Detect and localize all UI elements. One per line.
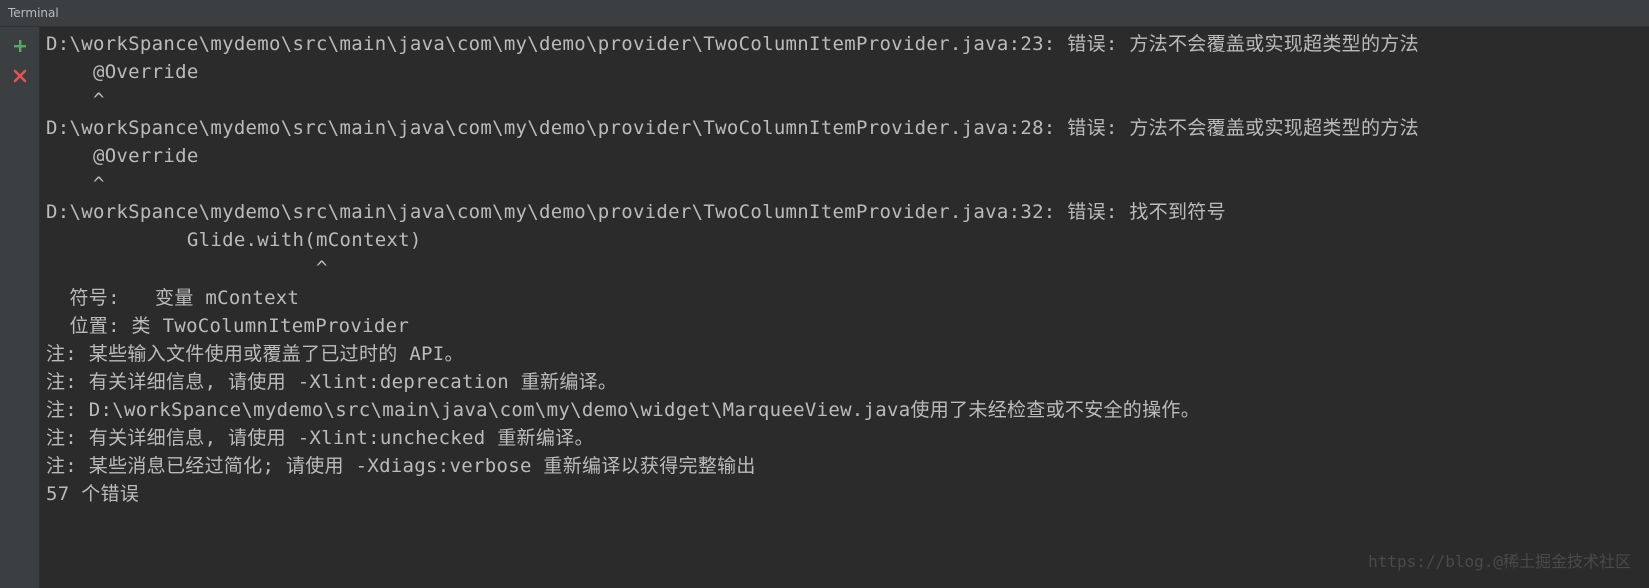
terminal-line: D:\workSpance\mydemo\src\main\java\com\m… bbox=[46, 117, 1419, 139]
terminal-titlebar: Terminal bbox=[0, 0, 1649, 27]
close-session-button[interactable] bbox=[11, 67, 29, 85]
watermark: https://blog.@稀土掘金技术社区 bbox=[1368, 552, 1631, 571]
terminal-output[interactable]: D:\workSpance\mydemo\src\main\java\com\m… bbox=[40, 27, 1649, 588]
terminal-line: 注: 某些输入文件使用或覆盖了已过时的 API。 bbox=[46, 343, 464, 365]
terminal-line: D:\workSpance\mydemo\src\main\java\com\m… bbox=[46, 33, 1419, 55]
terminal-line: 符号: 变量 mContext bbox=[46, 287, 300, 309]
terminal-line: @Override bbox=[46, 145, 199, 167]
terminal-line: 注: 某些消息已经过简化; 请使用 -Xdiags:verbose 重新编译以获… bbox=[46, 455, 756, 477]
terminal-line: @Override bbox=[46, 61, 199, 83]
terminal-line: Glide.with(mContext) bbox=[46, 229, 422, 251]
terminal-line: 注: D:\workSpance\mydemo\src\main\java\co… bbox=[46, 399, 1201, 421]
terminal-line: D:\workSpance\mydemo\src\main\java\com\m… bbox=[46, 201, 1226, 223]
terminal-line: ^ bbox=[46, 173, 105, 195]
terminal-toolstrip bbox=[0, 27, 40, 588]
terminal-line: ^ bbox=[46, 89, 105, 111]
terminal-line: 注: 有关详细信息, 请使用 -Xlint:unchecked 重新编译。 bbox=[46, 427, 594, 449]
plus-icon bbox=[14, 40, 26, 52]
terminal-line: ^ bbox=[46, 257, 328, 279]
terminal-line: 57 个错误 bbox=[46, 483, 140, 505]
terminal-line: 注: 有关详细信息, 请使用 -Xlint:deprecation 重新编译。 bbox=[46, 371, 618, 393]
new-session-button[interactable] bbox=[11, 37, 29, 55]
terminal-line: 位置: 类 TwoColumnItemProvider bbox=[46, 315, 410, 337]
terminal-window: Terminal D:\workSpance\mydemo\src\main\j… bbox=[0, 0, 1649, 588]
close-icon bbox=[13, 69, 27, 83]
window-title: Terminal bbox=[8, 6, 59, 20]
